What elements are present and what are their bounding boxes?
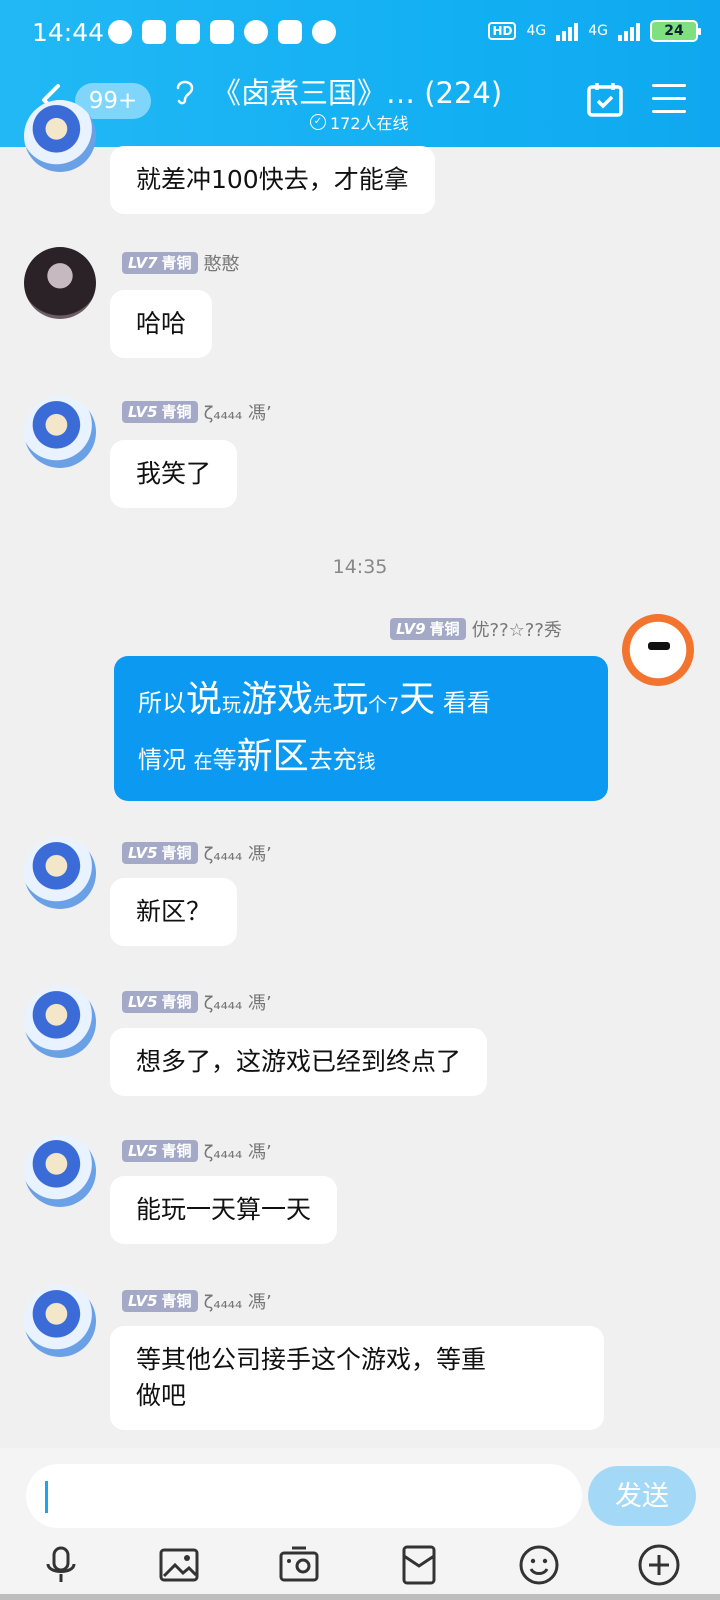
system-status: HD 4G 4G 24 bbox=[488, 20, 701, 42]
message-bubble: 哈哈 bbox=[110, 290, 213, 358]
plus-icon[interactable] bbox=[636, 1542, 682, 1588]
level-badge: LV5 青铜 bbox=[122, 401, 198, 423]
mail-icon bbox=[210, 20, 234, 44]
sender-name[interactable]: ζ₄₄₄₄ 馮’ bbox=[204, 989, 272, 1015]
sender-name[interactable]: 憨憨 bbox=[204, 250, 240, 276]
sender-name[interactable]: ζ₄₄₄₄ 馮’ bbox=[204, 399, 272, 425]
app-icon bbox=[142, 20, 166, 44]
input-toolbar bbox=[0, 1534, 720, 1600]
mic-icon[interactable] bbox=[38, 1542, 84, 1588]
message-input[interactable] bbox=[26, 1464, 582, 1528]
send-button[interactable]: 发送 bbox=[588, 1466, 696, 1526]
online-label: 172人在线 bbox=[330, 114, 409, 133]
timestamp: 14:35 bbox=[332, 556, 388, 578]
sender-meta: LV5 青铜 ζ₄₄₄₄ 馮’ bbox=[122, 840, 272, 866]
menu-icon[interactable] bbox=[652, 84, 686, 114]
text-cursor bbox=[45, 1481, 48, 1513]
message-bubble-self: 所以说玩游戏先玩个7天 看看 情况 在等新区去充钱 bbox=[114, 656, 608, 801]
network-label: 4G bbox=[588, 23, 608, 39]
camera-icon[interactable] bbox=[276, 1542, 322, 1588]
avatar[interactable] bbox=[24, 837, 96, 909]
emoji-icon[interactable] bbox=[516, 1542, 562, 1588]
sender-meta: LV5 青铜 ζ₄₄₄₄ 馮’ bbox=[122, 1288, 272, 1314]
hd-icon: HD bbox=[488, 22, 517, 40]
level-badge: LV5 青铜 bbox=[122, 1290, 198, 1312]
sender-meta: LV7 青铜 憨憨 bbox=[122, 250, 240, 276]
sender-name[interactable]: ζ₄₄₄₄ 馮’ bbox=[204, 1288, 272, 1314]
message-bubble: 我笑了 bbox=[110, 440, 238, 508]
message-bubble: 等其他公司接手这个游戏，等重 做吧 bbox=[110, 1326, 604, 1430]
sender-name[interactable]: ζ₄₄₄₄ 馮’ bbox=[204, 1138, 272, 1164]
message-bubble: 就差冲100快去，才能拿 bbox=[110, 146, 435, 214]
level-badge: LV7 青铜 bbox=[122, 252, 198, 274]
input-area: 发送 bbox=[0, 1448, 720, 1600]
notification-icons bbox=[108, 20, 336, 44]
level-badge: LV5 青铜 bbox=[122, 991, 198, 1013]
avatar[interactable] bbox=[24, 247, 96, 319]
sender-meta: LV5 青铜 ζ₄₄₄₄ 馮’ bbox=[122, 399, 272, 425]
image-icon[interactable] bbox=[156, 1542, 202, 1588]
sender-name[interactable]: 优??☆??秀 bbox=[472, 616, 562, 642]
avatar[interactable] bbox=[24, 1285, 96, 1357]
message-bubble: 新区？ bbox=[110, 878, 238, 946]
app-icon bbox=[278, 20, 302, 44]
avatar[interactable] bbox=[24, 986, 96, 1058]
avatar-self[interactable] bbox=[622, 614, 694, 686]
level-badge: LV9 青铜 bbox=[390, 618, 466, 640]
sender-meta: LV9 青铜 优??☆??秀 bbox=[390, 616, 562, 642]
calendar-check-icon[interactable] bbox=[586, 80, 624, 118]
online-count: ✓ 172人在线 bbox=[310, 110, 409, 134]
app-icon bbox=[176, 20, 200, 44]
network-label: 4G bbox=[526, 23, 547, 39]
sender-meta: LV5 青铜 ζ₄₄₄₄ 馮’ bbox=[122, 1138, 272, 1164]
group-title[interactable]: 《卤煮三国》… (224) bbox=[212, 70, 502, 112]
level-badge: LV5 青铜 bbox=[122, 1140, 198, 1162]
avatar[interactable] bbox=[24, 1135, 96, 1207]
red-packet-icon[interactable] bbox=[396, 1542, 442, 1588]
check-icon: ✓ bbox=[310, 114, 326, 130]
avatar[interactable] bbox=[24, 396, 96, 468]
avatar[interactable] bbox=[24, 100, 96, 172]
compass-icon bbox=[312, 20, 336, 44]
play-icon bbox=[244, 20, 268, 44]
level-badge: LV5 青铜 bbox=[122, 842, 198, 864]
ear-icon[interactable] bbox=[174, 76, 196, 113]
app-icon bbox=[108, 20, 132, 44]
chat-header: 14:44 HD 4G 4G 24 99+ 《卤煮三国》… (224) ✓ 17… bbox=[0, 0, 720, 147]
message-bubble: 想多了，这游戏已经到终点了 bbox=[110, 1028, 488, 1096]
sender-name[interactable]: ζ₄₄₄₄ 馮’ bbox=[204, 840, 272, 866]
nav-gesture-bar[interactable] bbox=[0, 1594, 720, 1600]
sender-meta: LV5 青铜 ζ₄₄₄₄ 馮’ bbox=[122, 989, 272, 1015]
signal-icon bbox=[556, 21, 579, 41]
status-bar: 14:44 HD 4G 4G 24 bbox=[0, 0, 720, 68]
avatar-glasses bbox=[648, 642, 670, 650]
message-bubble: 能玩一天算一天 bbox=[110, 1176, 338, 1244]
battery-icon: 24 bbox=[650, 20, 701, 42]
signal-icon bbox=[618, 21, 640, 41]
status-time: 14:44 bbox=[32, 18, 105, 47]
